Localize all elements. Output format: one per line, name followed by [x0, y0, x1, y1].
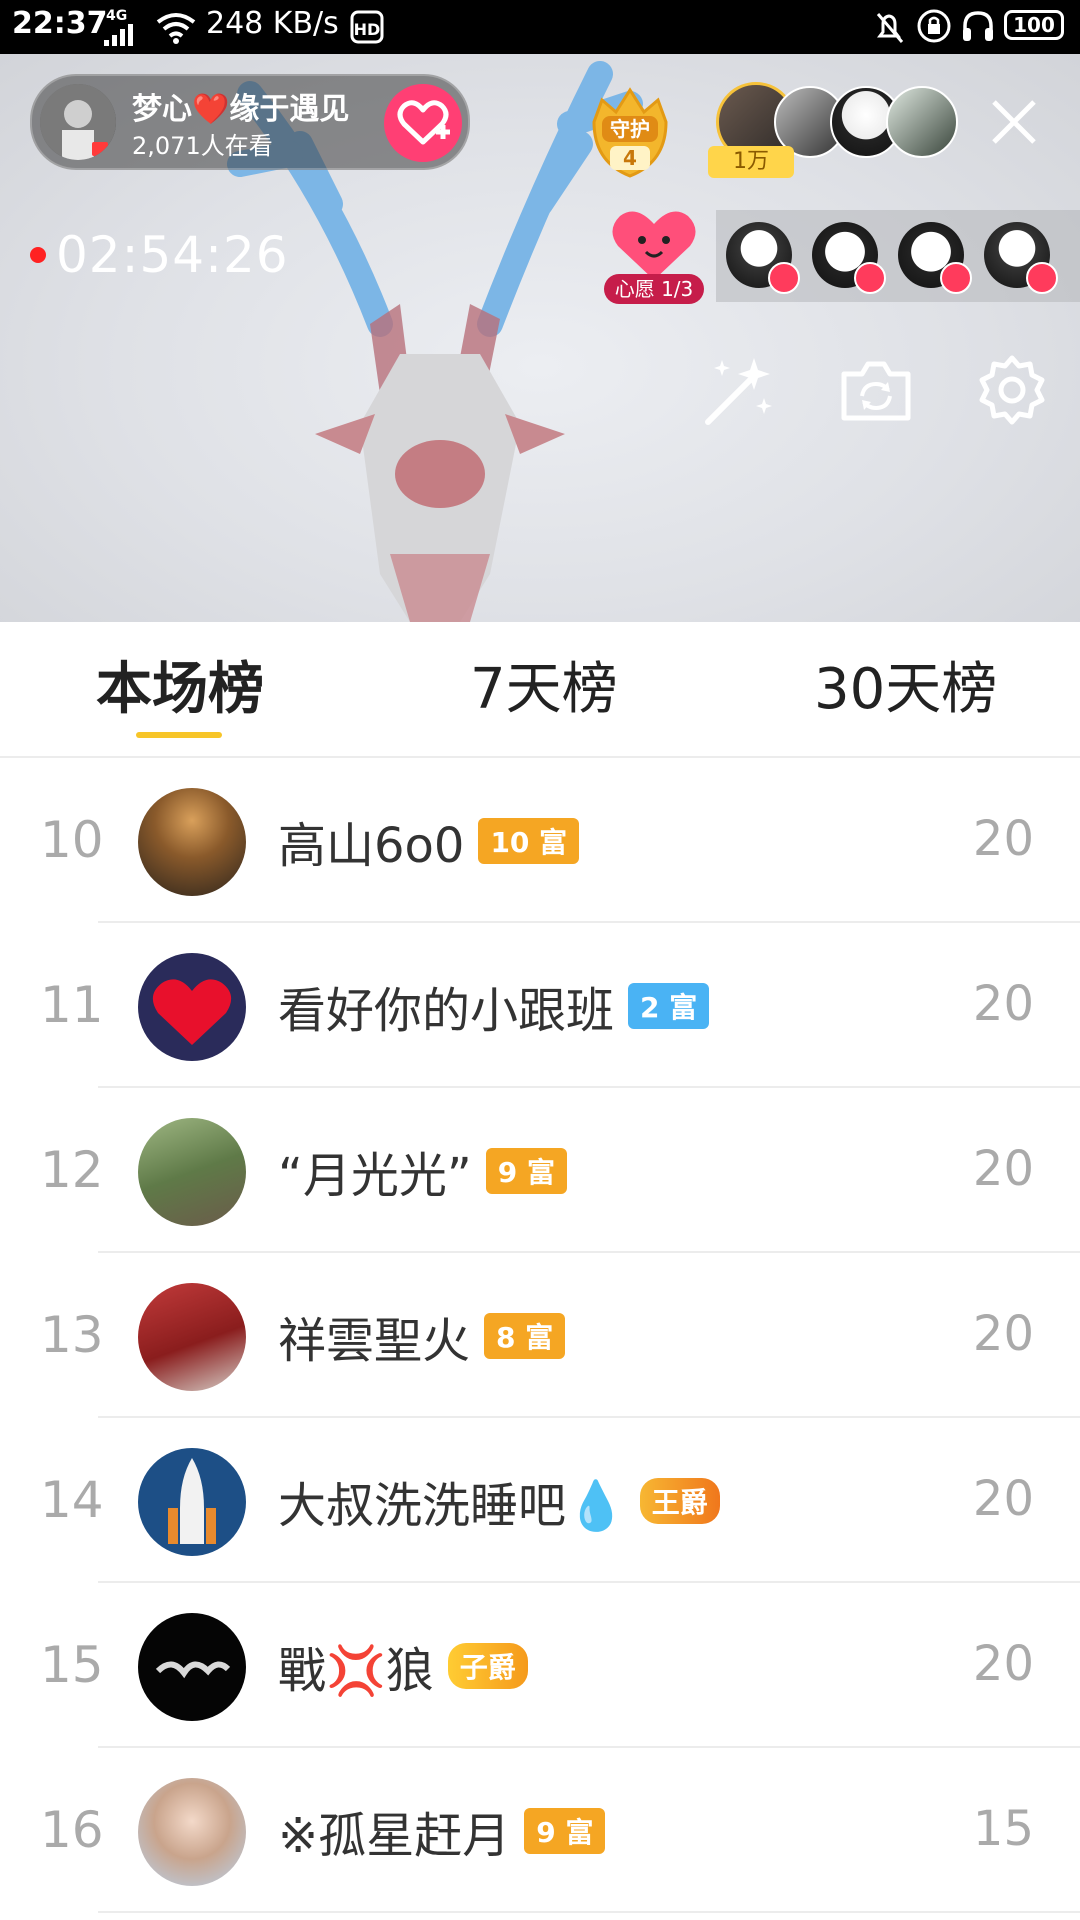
seat-list	[716, 210, 1080, 302]
rank-number: 15	[40, 1636, 104, 1694]
noble-badge: 子爵	[447, 1643, 528, 1689]
list-item[interactable]: 15 戰💢狼 子爵 20	[0, 1583, 1080, 1748]
avatar[interactable]	[138, 1613, 246, 1721]
rank-number: 16	[40, 1801, 104, 1859]
tab-7-days[interactable]: 7天榜	[470, 644, 618, 725]
status-time: 22:37	[12, 6, 108, 41]
wifi-icon	[156, 12, 196, 44]
user-name[interactable]: 戰💢狼	[278, 1631, 434, 1701]
status-bar: 22:37 4G 248 KB/s HD 100	[0, 0, 1080, 54]
magic-wand-icon	[705, 358, 772, 425]
live-video[interactable]: 梦心❤️缘于遇见 2,071人在看 守护 4 1万 02:54:26 心愿 1/…	[0, 54, 1080, 622]
avatar[interactable]	[138, 1283, 246, 1391]
score: 20	[972, 976, 1034, 1032]
viewer-count: 2,071人在看	[132, 132, 273, 160]
ranking-tabs: 本场榜 7天榜 30天榜	[0, 622, 1080, 758]
wish-widget[interactable]: 心愿 1/3	[604, 204, 704, 304]
network-type: 4G	[106, 8, 128, 24]
heart-plus-icon	[397, 100, 450, 145]
avatar[interactable]	[138, 1448, 246, 1556]
top-fan-tag: 1万	[708, 146, 794, 178]
score: 20	[972, 811, 1034, 867]
hd-call-icon: HD	[350, 10, 384, 44]
rank-number: 14	[40, 1471, 104, 1529]
live-timer: 02:54:26	[30, 226, 289, 284]
user-name[interactable]: ※孤星赶月	[278, 1796, 510, 1866]
host-name: 梦心❤️缘于遇见	[132, 92, 350, 127]
user-name[interactable]: 看好你的小跟班	[278, 971, 614, 1041]
wealth-badge: 8 富	[484, 1313, 566, 1359]
rank-number: 13	[40, 1306, 104, 1364]
seat-badge-icon	[854, 262, 886, 294]
headphones-icon	[960, 8, 996, 44]
guard-count: 4	[623, 146, 637, 170]
network-speed: 248 KB/s	[206, 6, 339, 41]
follow-button[interactable]	[384, 84, 462, 162]
battery-icon: 100	[1004, 10, 1064, 40]
avatar[interactable]	[138, 1778, 246, 1886]
wealth-badge: 10 富	[478, 818, 580, 864]
avatar[interactable]	[138, 788, 246, 896]
flip-camera-button[interactable]	[836, 352, 916, 432]
tab-30-days[interactable]: 30天榜	[814, 644, 997, 725]
host-info-pill[interactable]: 梦心❤️缘于遇见 2,071人在看	[30, 74, 470, 170]
recording-dot	[30, 246, 46, 263]
close-icon	[992, 100, 1036, 144]
rank-number: 12	[40, 1141, 104, 1199]
wealth-badge: 9 富	[524, 1808, 606, 1854]
score: 20	[972, 1306, 1034, 1362]
close-button[interactable]	[986, 94, 1042, 150]
list-item[interactable]: 11 看好你的小跟班 2 富 20	[0, 923, 1080, 1088]
wealth-badge: 2 富	[628, 983, 710, 1029]
settings-button[interactable]	[972, 352, 1052, 432]
user-name[interactable]: “月光光”	[278, 1136, 472, 1206]
signal-icon	[104, 24, 136, 46]
seat-badge-icon	[768, 262, 800, 294]
rocket-avatar-icon	[168, 1458, 216, 1544]
host-avatar[interactable]	[40, 84, 116, 160]
tab-current-session[interactable]: 本场榜	[96, 644, 264, 725]
timer-text: 02:54:26	[56, 226, 289, 284]
guard-label: 守护	[610, 117, 650, 141]
score: 20	[972, 1636, 1034, 1692]
ranking-list[interactable]: 10 高山6o0 10 富 20 11 看好你的小跟班 2 富 20 12 “月…	[0, 758, 1080, 1913]
list-item[interactable]: 14 大叔洗洗睡吧💧 王爵 20	[0, 1418, 1080, 1583]
user-name[interactable]: 大叔洗洗睡吧💧	[278, 1466, 626, 1536]
list-item[interactable]: 16 ※孤星赶月 9 富 15	[0, 1748, 1080, 1913]
rank-number: 11	[40, 976, 104, 1034]
gear-icon	[979, 355, 1045, 425]
mute-bell-icon	[872, 10, 906, 44]
score: 15	[972, 1801, 1034, 1857]
rank-number: 10	[40, 811, 104, 869]
user-name[interactable]: 祥雲聖火	[278, 1301, 470, 1371]
score: 20	[972, 1141, 1034, 1197]
list-item[interactable]: 10 高山6o0 10 富 20	[0, 758, 1080, 923]
seat-badge-icon	[1026, 262, 1058, 294]
avatar[interactable]	[138, 953, 246, 1061]
svg-text:HD: HD	[354, 20, 381, 39]
top-fan-avatar-4[interactable]	[886, 86, 958, 158]
wealth-badge: 9 富	[485, 1148, 567, 1194]
heart-avatar-icon	[152, 979, 232, 1045]
rotation-lock-icon	[916, 8, 952, 44]
list-item[interactable]: 12 “月光光” 9 富 20	[0, 1088, 1080, 1253]
wish-progress: 心愿 1/3	[604, 274, 704, 304]
divider	[98, 1911, 1080, 1913]
user-name[interactable]: 高山6o0	[278, 806, 464, 876]
guard-badge[interactable]: 守护 4	[580, 82, 680, 182]
list-item[interactable]: 13 祥雲聖火 8 富 20	[0, 1253, 1080, 1418]
calligraphy-avatar-icon	[155, 1661, 231, 1679]
flip-camera-icon	[841, 361, 911, 421]
beauty-filter-button[interactable]	[698, 352, 778, 432]
active-tab-indicator	[136, 732, 222, 738]
avatar[interactable]	[138, 1118, 246, 1226]
noble-badge: 王爵	[639, 1478, 720, 1524]
seat-badge-icon	[940, 262, 972, 294]
top-fans-avatars[interactable]: 1万	[708, 82, 958, 182]
score: 20	[972, 1471, 1034, 1527]
heart-wish-icon	[612, 211, 696, 280]
